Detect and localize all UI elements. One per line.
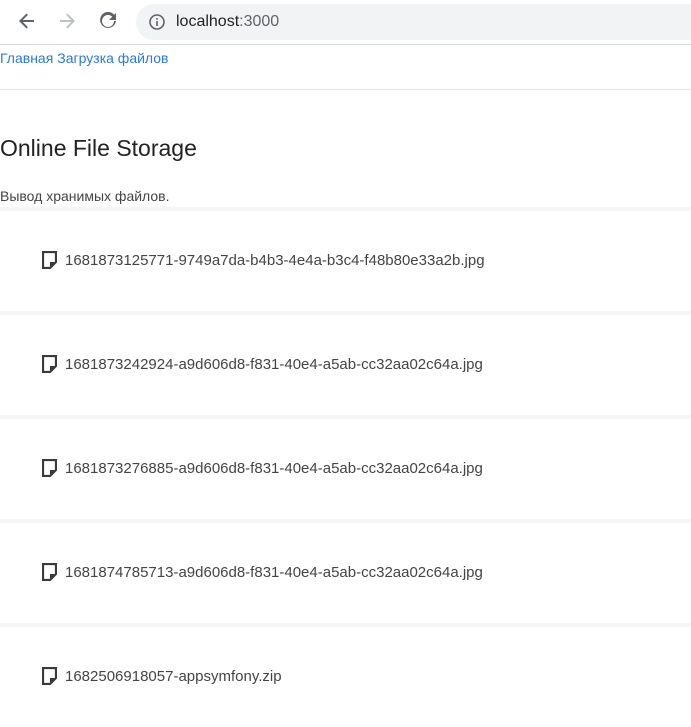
address-bar[interactable]: localhost:3000 xyxy=(136,4,691,40)
file-name: 1682506918057-appsymfony.zip xyxy=(65,667,282,685)
back-button[interactable] xyxy=(13,7,41,35)
file-name: 1681873125771-9749a7da-b4b3-4e4a-b3c4-f4… xyxy=(65,251,485,269)
browser-toolbar: localhost:3000 xyxy=(0,0,691,44)
nav-link-home[interactable]: Главная xyxy=(0,50,53,66)
nav-divider xyxy=(0,89,691,90)
url-text: localhost:3000 xyxy=(176,13,279,31)
file-name: 1681874785713-a9d606d8-f831-40e4-a5ab-cc… xyxy=(65,563,483,581)
file-icon xyxy=(42,355,57,373)
file-icon xyxy=(42,667,57,685)
file-list: 1681873125771-9749a7da-b4b3-4e4a-b3c4-f4… xyxy=(0,207,691,727)
info-icon[interactable] xyxy=(148,13,166,31)
file-link[interactable]: 1682506918057-appsymfony.zip xyxy=(42,667,282,685)
file-name: 1681873242924-a9d606d8-f831-40e4-a5ab-cc… xyxy=(65,355,483,373)
page-title: Online File Storage xyxy=(0,135,197,161)
page-subtitle: Вывод хранимых файлов. xyxy=(0,188,170,204)
reload-icon xyxy=(100,12,116,28)
list-item: 1681873276885-a9d606d8-f831-40e4-a5ab-cc… xyxy=(0,415,691,519)
url-port: :3000 xyxy=(239,13,280,30)
page-content: Главная Загрузка файлов Online File Stor… xyxy=(0,45,691,727)
forward-button[interactable] xyxy=(53,7,81,35)
list-item: 1682506918057-appsymfony.zip xyxy=(0,623,691,727)
file-link[interactable]: 1681873125771-9749a7da-b4b3-4e4a-b3c4-f4… xyxy=(42,251,485,269)
list-item: 1681874785713-a9d606d8-f831-40e4-a5ab-cc… xyxy=(0,519,691,623)
file-icon xyxy=(42,563,57,581)
list-item: 1681873242924-a9d606d8-f831-40e4-a5ab-cc… xyxy=(0,311,691,415)
file-name: 1681873276885-a9d606d8-f831-40e4-a5ab-cc… xyxy=(65,459,483,477)
list-item: 1681873125771-9749a7da-b4b3-4e4a-b3c4-f4… xyxy=(0,207,691,311)
file-link[interactable]: 1681873242924-a9d606d8-f831-40e4-a5ab-cc… xyxy=(42,355,483,373)
reload-button[interactable] xyxy=(94,7,122,35)
file-link[interactable]: 1681874785713-a9d606d8-f831-40e4-a5ab-cc… xyxy=(42,563,483,581)
file-icon xyxy=(42,459,57,477)
file-link[interactable]: 1681873276885-a9d606d8-f831-40e4-a5ab-cc… xyxy=(42,459,483,477)
url-host: localhost xyxy=(176,13,240,30)
arrow-left-icon xyxy=(19,13,34,29)
top-nav: Главная Загрузка файлов xyxy=(0,50,168,66)
nav-link-upload[interactable]: Загрузка файлов xyxy=(57,50,168,66)
file-icon xyxy=(42,251,57,269)
arrow-right-icon xyxy=(60,13,75,29)
